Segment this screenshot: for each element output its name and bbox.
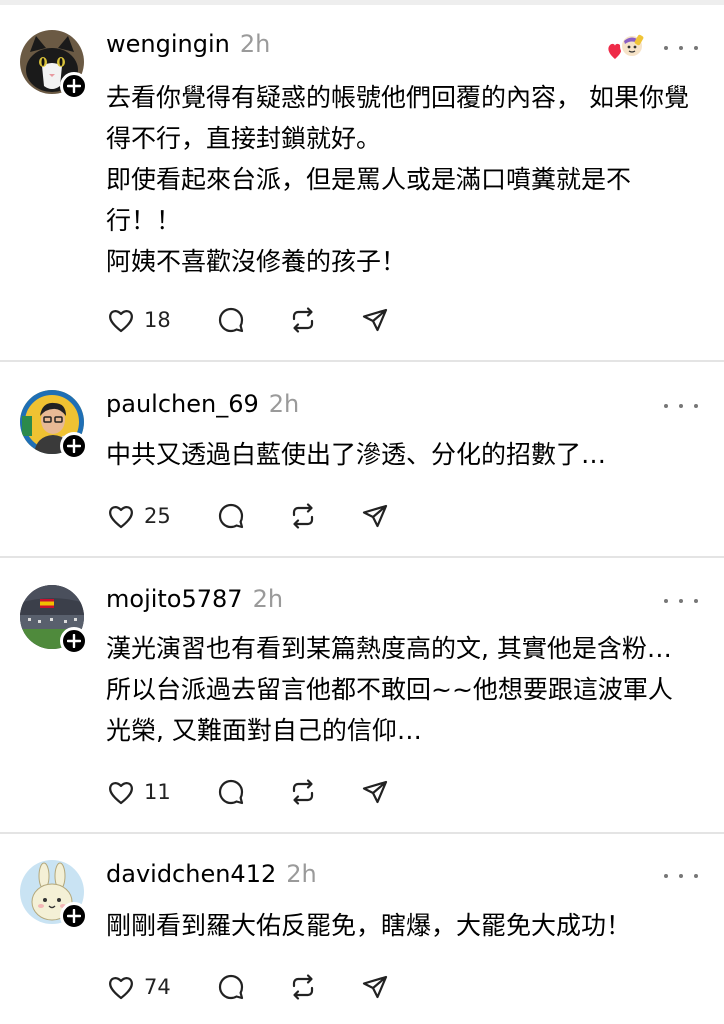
like-button[interactable]: 11 [106, 776, 216, 808]
share-button[interactable] [360, 776, 390, 808]
emoji-reaction-icon [620, 34, 644, 58]
comment-icon [218, 779, 244, 805]
post-divider [0, 832, 724, 834]
like-count: 74 [144, 975, 171, 999]
reply-button[interactable] [216, 500, 288, 532]
avatar[interactable] [20, 30, 88, 100]
heart-icon [109, 782, 133, 805]
more-options-icon[interactable] [664, 400, 698, 412]
like-count: 18 [144, 308, 171, 332]
reply-button[interactable] [216, 971, 288, 1003]
more-options-icon[interactable] [664, 870, 698, 882]
post-divider [0, 556, 724, 558]
reply-button[interactable] [216, 304, 288, 336]
post-actions: 11 [106, 776, 390, 808]
post-text: 漢光演習也有看到某篇熱度高的文, 其實他是含粉…所以台派過去留言他都不敢回~~他… [106, 634, 673, 745]
like-button[interactable]: 74 [106, 971, 216, 1003]
post-header: wengingin 2h [106, 30, 270, 64]
like-button[interactable]: 25 [106, 500, 216, 532]
post-text: 去看你覺得有疑惑的帳號他們回覆的內容， 如果你覺得不行，直接封鎖就好。 即使看起… [106, 83, 689, 276]
avatar[interactable] [20, 860, 88, 930]
username[interactable]: davidchen412 [106, 860, 276, 888]
post-actions: 18 [106, 304, 390, 336]
repost-icon [292, 779, 314, 805]
post-actions: 25 [106, 500, 390, 532]
send-icon [362, 780, 388, 804]
comment-icon [218, 307, 244, 333]
post-header: paulchen_69 2h [106, 390, 299, 424]
heart-icon [109, 977, 133, 1000]
repost-icon [292, 503, 314, 529]
post-header: davidchen412 2h [106, 860, 317, 894]
heart-reaction-icon [608, 43, 622, 59]
timestamp: 2h [239, 30, 271, 58]
send-icon [362, 308, 388, 332]
like-button[interactable]: 18 [106, 304, 216, 336]
send-icon [362, 975, 388, 999]
timestamp: 2h [268, 390, 300, 418]
reaction-badges[interactable] [606, 32, 646, 64]
username[interactable]: mojito5787 [106, 585, 243, 613]
repost-icon [292, 974, 314, 1000]
follow-plus-icon[interactable] [60, 432, 88, 460]
post-actions: 74 [106, 971, 390, 1003]
more-options-icon[interactable] [664, 595, 698, 607]
like-count: 11 [144, 780, 171, 804]
timestamp: 2h [252, 585, 284, 613]
heart-icon [109, 310, 133, 333]
reply-button[interactable] [216, 776, 288, 808]
more-options-icon[interactable] [664, 42, 698, 54]
send-icon [362, 504, 388, 528]
like-count: 25 [144, 504, 171, 528]
repost-button[interactable] [288, 304, 360, 336]
top-divider [0, 0, 724, 5]
heart-icon [109, 506, 133, 529]
repost-icon [292, 307, 314, 333]
timestamp: 2h [286, 860, 317, 888]
repost-button[interactable] [288, 971, 360, 1003]
share-button[interactable] [360, 304, 390, 336]
avatar[interactable] [20, 585, 88, 655]
post-header: mojito5787 2h [106, 585, 283, 619]
username[interactable]: wengingin [106, 30, 230, 58]
follow-plus-icon[interactable] [60, 902, 88, 930]
avatar[interactable] [20, 390, 88, 460]
post-divider [0, 360, 724, 362]
comment-icon [218, 503, 244, 529]
repost-button[interactable] [288, 776, 360, 808]
comment-icon [218, 974, 244, 1000]
repost-button[interactable] [288, 500, 360, 532]
post-text: 剛剛看到羅大佑反罷免，瞎爆，大罷免大成功！ [106, 911, 632, 940]
post-text: 中共又透過白藍使出了滲透、分化的招數了… [106, 440, 607, 469]
share-button[interactable] [360, 500, 390, 532]
follow-plus-icon[interactable] [60, 627, 88, 655]
username[interactable]: paulchen_69 [106, 390, 259, 418]
share-button[interactable] [360, 971, 390, 1003]
follow-plus-icon[interactable] [60, 72, 88, 100]
